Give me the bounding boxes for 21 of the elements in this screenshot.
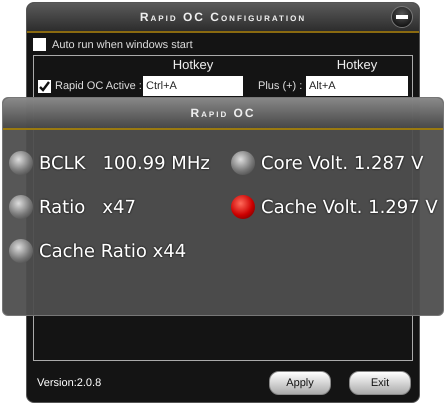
column-header: Hotkey (336, 57, 378, 73)
hotkey-label: Rapid OC Active : (55, 80, 142, 92)
hotkey-label: Plus (+) : (258, 80, 304, 92)
checkbox[interactable] (38, 80, 51, 92)
checkbox-label: Auto run when windows start (52, 38, 193, 50)
reading-text: Cache Volt. 1.297 V (261, 196, 438, 218)
action-button[interactable]: Apply (269, 371, 331, 395)
minimize-icon (396, 15, 408, 19)
version-label: Version:2.0.8 (37, 377, 102, 389)
panel-title: Rapid OC (190, 106, 256, 120)
reading-text: Ratio x47 (39, 196, 136, 218)
reading-text: BCLK 100.99 MHz (39, 152, 210, 174)
reading-text: Core Volt. 1.287 V (261, 152, 424, 174)
hotkey-field[interactable]: Ctrl+A (143, 76, 243, 96)
hotkey-field[interactable]: Alt+A (306, 76, 408, 96)
window-title: Rapid OC Configuration (140, 10, 306, 24)
column-header: Hotkey (172, 57, 214, 73)
action-button[interactable]: Exit (349, 371, 411, 395)
reading-text: Cache Ratio x44 (39, 240, 186, 262)
checkbox[interactable] (33, 38, 46, 51)
minimize-button[interactable] (391, 6, 413, 28)
